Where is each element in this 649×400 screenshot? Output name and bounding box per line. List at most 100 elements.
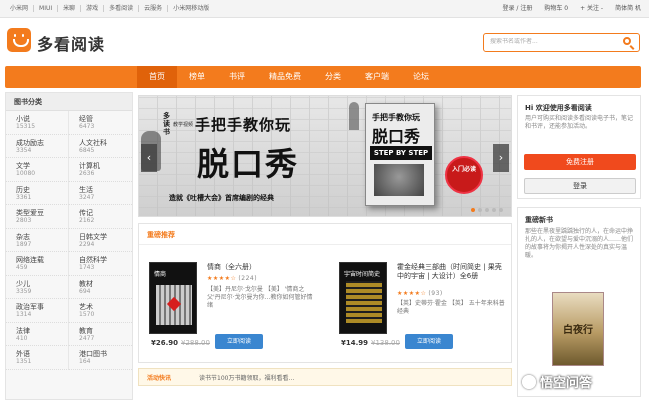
top-link[interactable]: 游戏 (81, 5, 105, 12)
new-book-cover-title: 白夜行 (563, 325, 593, 336)
carousel-next-button[interactable]: › (493, 144, 509, 172)
category-item[interactable]: 生活 3247 (69, 182, 132, 205)
carousel-dot[interactable] (485, 208, 489, 212)
nav-item-reviews[interactable]: 书评 (217, 66, 257, 88)
category-item[interactable]: 港口图书 164 (69, 346, 132, 370)
category-item[interactable]: 成功励志 3354 (6, 134, 69, 158)
read-now-button[interactable]: 立即阅读 (215, 334, 263, 349)
watermark: 悟空问答 (522, 372, 592, 391)
logo-icon[interactable] (7, 28, 31, 52)
search-icon[interactable] (623, 37, 631, 45)
category-item[interactable]: 杂志 1897 (6, 228, 69, 252)
category-count: 10080 (16, 170, 36, 177)
language-link[interactable]: 简体简 机 (615, 5, 641, 12)
login-register-link[interactable]: 登录 / 注册 (502, 5, 532, 12)
category-name: 日韩文学 (79, 232, 107, 241)
category-item[interactable]: 自然科学 1743 (69, 252, 132, 276)
new-book-cover[interactable]: 白夜行 (552, 292, 604, 366)
nav-item-rankings[interactable]: 榜单 (177, 66, 217, 88)
welcome-text: 用户可购买和阅读多看阅读电子书，笔记和书评，还能参加活动。 (525, 115, 634, 130)
category-name: 港口图书 (79, 350, 107, 358)
carousel-dot[interactable] (499, 208, 503, 212)
book-title[interactable]: 情商（全六册） (207, 263, 317, 272)
login-button[interactable]: 登录 (524, 178, 636, 194)
category-name: 经管 (79, 115, 93, 123)
category-count: 15315 (16, 123, 36, 130)
category-item[interactable]: 网络连载 459 (6, 252, 69, 276)
category-item[interactable]: 经管 6473 (69, 111, 132, 135)
rating-count: (93) (428, 290, 443, 297)
new-book-title: 重磅新书 (525, 216, 553, 224)
top-links: 小米网 MIUI 米聊 游戏 多看阅读 云服务 小米网移动版 (5, 5, 214, 12)
book-cover-strip: STEP BY STEP (370, 146, 432, 160)
category-name: 教育 (79, 326, 93, 335)
category-item[interactable]: 小说 15315 (6, 111, 69, 135)
top-link[interactable]: 多看阅读 (104, 5, 140, 12)
category-name: 生活 (79, 185, 93, 194)
nav-item-home[interactable]: 首页 (137, 66, 177, 88)
register-button[interactable]: 免费注册 (524, 154, 636, 170)
category-item[interactable]: 日韩文学 2294 (69, 229, 132, 252)
category-item[interactable]: 艺术 1570 (69, 299, 132, 323)
category-count: 1743 (79, 264, 95, 271)
top-link[interactable]: 小米网 (5, 5, 35, 12)
logo-text[interactable]: 多看阅读 (37, 31, 105, 55)
category-item[interactable]: 传记 2162 (69, 205, 132, 229)
original-price: ¥138.00 (371, 339, 400, 347)
category-name: 自然科学 (79, 256, 107, 264)
promo-banner[interactable]: 多读书 教学视频 手把手教你玩 脱口秀 造就《吐槽大会》首席编剧的经典 手把手教… (138, 95, 512, 217)
category-item[interactable]: 少儿 3359 (6, 275, 69, 299)
carousel-dots (468, 208, 503, 212)
nav-item-forum[interactable]: 论坛 (401, 66, 441, 88)
top-link[interactable]: 云服务 (139, 5, 169, 12)
welcome-title: Hi 欢迎使用多看阅读 (525, 104, 592, 112)
new-book-panel: 重磅新书 那些在黑夜里踽踽独行的人，在命运中挣扎的人，在欲望与爱中沉溺的人……他… (517, 207, 641, 397)
banner-title-line1: 手把手教你玩 (195, 116, 292, 134)
category-item[interactable]: 人文社科 6845 (69, 135, 132, 158)
search-input[interactable] (490, 38, 615, 45)
search-box (483, 33, 640, 52)
category-count: 1351 (16, 358, 32, 365)
category-name: 小说 (16, 115, 30, 123)
read-now-button[interactable]: 立即阅读 (405, 334, 453, 349)
rating-count: (224) (238, 275, 258, 282)
category-name: 艺术 (79, 303, 93, 311)
category-count: 459 (16, 264, 28, 271)
news-text[interactable]: 读书节100万书籍领取，福利看看… (199, 373, 294, 382)
category-item[interactable]: 计算机 2636 (69, 158, 132, 182)
category-item[interactable]: 教育 2477 (69, 323, 132, 346)
category-item[interactable]: 法律 410 (6, 322, 69, 346)
top-link[interactable]: 米聊 (58, 5, 82, 12)
news-label: 活动快讯 (147, 375, 172, 382)
cart-link[interactable]: 购物车 0 (544, 5, 568, 12)
book-cover[interactable]: 情商 (149, 262, 197, 334)
category-name: 历史 (16, 185, 30, 194)
follow-link[interactable]: + 关注 - (580, 5, 603, 12)
category-item[interactable]: 政治军事 1314 (6, 299, 69, 323)
category-item[interactable]: 外语 1351 (6, 346, 69, 370)
category-count: 164 (79, 358, 91, 365)
nav-item-free[interactable]: 精品免费 (257, 66, 313, 88)
top-link[interactable]: 小米网移动版 (168, 5, 214, 12)
carousel-dot[interactable] (471, 208, 475, 212)
nav-item-client[interactable]: 客户端 (353, 66, 401, 88)
category-item[interactable]: 文学 10080 (6, 158, 69, 182)
category-item[interactable]: 教材 694 (69, 276, 132, 299)
top-link[interactable]: MIUI (34, 5, 59, 12)
carousel-prev-button[interactable]: ‹ (141, 144, 157, 172)
book-title[interactable]: 霍金经典三部曲（时间简史 | 果壳中的宇宙 | 大设计）全6册 (397, 263, 507, 281)
carousel-dot[interactable] (492, 208, 496, 212)
carousel-dot[interactable] (478, 208, 482, 212)
category-item[interactable]: 历史 3361 (6, 181, 69, 205)
nav-item-categories[interactable]: 分类 (313, 66, 353, 88)
category-item[interactable]: 类型爱豆 2803 (6, 205, 69, 229)
book-cover[interactable]: 宇宙时间简史 (339, 262, 387, 334)
category-count: 3359 (16, 287, 32, 295)
category-name: 杂志 (16, 232, 30, 241)
book-cover-line2: 脱口秀 (372, 127, 421, 146)
banner-book-cover: 手把手教你玩 脱口秀 STEP BY STEP (365, 103, 435, 206)
category-count: 2477 (79, 334, 95, 342)
book-item: 情商 情商（全六册） ★★★★☆ (224) 【美】丹尼尔·戈尔曼 【美】 '情商… (141, 262, 321, 362)
original-price: ¥288.00 (181, 339, 210, 347)
book-price: ¥26.90 ¥288.00 (151, 339, 210, 347)
